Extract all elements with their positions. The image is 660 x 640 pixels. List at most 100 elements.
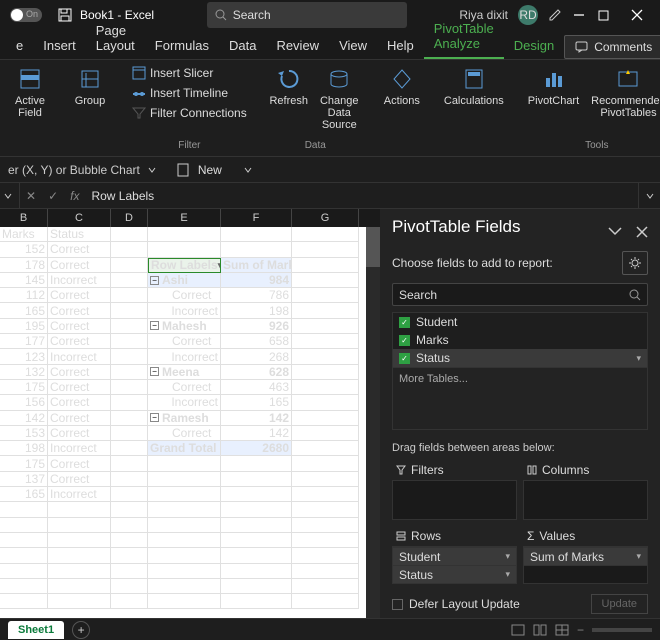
cell[interactable]: [148, 227, 221, 242]
chevron-down-icon[interactable]: [244, 166, 252, 174]
cell[interactable]: −Ramesh: [148, 411, 221, 426]
column-header[interactable]: C: [48, 209, 111, 227]
cell[interactable]: [292, 273, 359, 288]
cell[interactable]: [111, 227, 148, 242]
cell[interactable]: [111, 411, 148, 426]
cell[interactable]: Correct: [148, 334, 221, 349]
minimize-button[interactable]: [572, 8, 586, 22]
cell[interactable]: [111, 319, 148, 334]
document-icon[interactable]: [176, 163, 190, 177]
cell[interactable]: 123: [0, 349, 48, 364]
cell[interactable]: Correct: [48, 426, 111, 441]
chevron-down-icon[interactable]: ▾: [505, 569, 510, 580]
page-layout-icon[interactable]: [533, 624, 547, 636]
cancel-formula-icon[interactable]: ✕: [20, 189, 42, 203]
refresh-button[interactable]: Refresh: [267, 64, 311, 140]
cell[interactable]: 268: [221, 349, 292, 364]
cell[interactable]: [292, 426, 359, 441]
cell[interactable]: [111, 548, 148, 563]
actions-button[interactable]: Actions: [380, 64, 424, 154]
expand-formula-bar[interactable]: [638, 183, 660, 208]
cell[interactable]: [111, 395, 148, 410]
cell[interactable]: [292, 411, 359, 426]
cell[interactable]: [292, 303, 359, 318]
add-sheet-button[interactable]: +: [72, 621, 90, 639]
cell[interactable]: [292, 380, 359, 395]
tab-help[interactable]: Help: [377, 32, 424, 59]
cell[interactable]: [221, 456, 292, 471]
cell[interactable]: Correct: [148, 426, 221, 441]
cell[interactable]: 165: [221, 395, 292, 410]
cell[interactable]: [148, 456, 221, 471]
cell[interactable]: 165: [0, 303, 48, 318]
cell[interactable]: [148, 242, 221, 257]
cell[interactable]: Correct: [48, 411, 111, 426]
cell[interactable]: −Meena: [148, 365, 221, 380]
cell[interactable]: [111, 533, 148, 548]
pivotchart-button[interactable]: PivotChart: [524, 64, 583, 140]
cell[interactable]: [48, 548, 111, 563]
cell[interactable]: [292, 579, 359, 594]
column-header[interactable]: B: [0, 209, 48, 227]
cell[interactable]: Correct: [48, 288, 111, 303]
tab-data[interactable]: Data: [219, 32, 266, 59]
cell[interactable]: [292, 548, 359, 563]
cell[interactable]: [221, 518, 292, 533]
confirm-formula-icon[interactable]: ✓: [42, 189, 64, 203]
calculations-button[interactable]: Calculations: [440, 64, 508, 154]
cell[interactable]: 145: [0, 273, 48, 288]
cell[interactable]: [0, 548, 48, 563]
cell[interactable]: [148, 518, 221, 533]
cell[interactable]: [111, 288, 148, 303]
cell[interactable]: [111, 303, 148, 318]
cell[interactable]: 463: [221, 380, 292, 395]
cell[interactable]: [292, 502, 359, 517]
normal-view-icon[interactable]: [511, 624, 525, 636]
cell[interactable]: [111, 579, 148, 594]
cell[interactable]: 142: [221, 411, 292, 426]
cell[interactable]: −Ashi: [148, 273, 221, 288]
cell[interactable]: 137: [0, 472, 48, 487]
chevron-down-icon[interactable]: [608, 226, 622, 236]
group-button[interactable]: Group: [68, 64, 112, 154]
cell[interactable]: Incorrect: [48, 273, 111, 288]
cell[interactable]: [292, 319, 359, 334]
chevron-down-icon[interactable]: ▾: [636, 551, 641, 562]
autosave-toggle[interactable]: On: [10, 8, 42, 22]
cell[interactable]: Correct: [148, 288, 221, 303]
cell[interactable]: [221, 548, 292, 563]
cell[interactable]: [148, 548, 221, 563]
formula-input[interactable]: Row Labels: [85, 189, 638, 203]
insert-timeline-button[interactable]: Insert Timeline: [128, 84, 251, 102]
tab-design[interactable]: Design: [504, 32, 564, 59]
cell[interactable]: [111, 518, 148, 533]
gear-icon[interactable]: [622, 251, 648, 275]
cell[interactable]: [292, 365, 359, 380]
cell[interactable]: 926: [221, 319, 292, 334]
cell[interactable]: [292, 227, 359, 242]
cell[interactable]: 152: [0, 242, 48, 257]
chevron-down-icon[interactable]: ▾: [636, 353, 641, 364]
cell[interactable]: 142: [0, 411, 48, 426]
cell[interactable]: [111, 365, 148, 380]
cell[interactable]: [111, 502, 148, 517]
cell[interactable]: 112: [0, 288, 48, 303]
cell[interactable]: Correct: [48, 456, 111, 471]
vertical-scrollbar[interactable]: [366, 227, 380, 622]
cell[interactable]: [292, 349, 359, 364]
cell[interactable]: [0, 518, 48, 533]
column-header[interactable]: G: [292, 209, 359, 227]
tab-review[interactable]: Review: [266, 32, 329, 59]
cell[interactable]: Incorrect: [148, 303, 221, 318]
cell[interactable]: Correct: [48, 472, 111, 487]
cell[interactable]: 175: [0, 380, 48, 395]
cell[interactable]: Incorrect: [48, 487, 111, 502]
cell[interactable]: [111, 334, 148, 349]
field-row[interactable]: ✓Status▾: [393, 349, 647, 367]
field-row[interactable]: ✓Marks: [393, 331, 647, 349]
cell[interactable]: Incorrect: [148, 349, 221, 364]
close-button[interactable]: [620, 0, 654, 30]
tab-formulas[interactable]: Formulas: [145, 32, 219, 59]
defer-checkbox[interactable]: [392, 599, 403, 610]
cell[interactable]: Correct: [48, 395, 111, 410]
